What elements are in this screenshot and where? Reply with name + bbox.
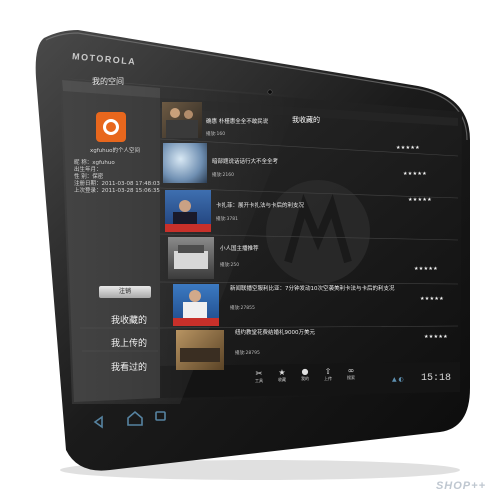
- app-logo-icon: [96, 112, 126, 142]
- video-meta: 播放:160: [206, 132, 226, 137]
- shop-watermark: SHOP++: [435, 480, 486, 492]
- video-thumbnail[interactable]: [168, 237, 214, 279]
- page-title: 我的空间: [92, 77, 124, 86]
- video-title[interactable]: 暗部题说话话行大不全全考: [212, 157, 278, 165]
- binoculars-icon: ∞: [347, 366, 355, 375]
- video-thumbnail[interactable]: [163, 143, 207, 183]
- video-meta: 播放:2160: [212, 173, 234, 178]
- section-header: 我收藏的: [292, 116, 320, 124]
- video-thumbnail[interactable]: [173, 284, 219, 326]
- rating-stars: ★★★★★: [396, 145, 420, 151]
- video-thumbnail[interactable]: [176, 330, 224, 370]
- video-meta: 播放:250: [220, 263, 240, 268]
- video-thumbnail[interactable]: [165, 190, 211, 232]
- rating-stars: ★★★★★: [403, 171, 427, 177]
- search-button[interactable]: ∞ 搜索: [344, 367, 358, 381]
- logout-button[interactable]: 注销: [99, 286, 151, 298]
- tablet-photo: MOTOROLA 我的空间 xgfuhuo的个人空间 昵 称：xgfuhuo 出…: [0, 0, 500, 500]
- status-icons: ▲ ◐: [392, 376, 404, 383]
- status-clock: 15:18: [421, 373, 452, 384]
- sync-icon: ◐: [398, 376, 404, 383]
- video-thumbnail[interactable]: [162, 102, 202, 138]
- upload-button[interactable]: ⇧ 上传: [321, 368, 335, 382]
- person-icon: ●: [301, 367, 309, 376]
- username: xgfuhuo的个人空间: [90, 148, 141, 154]
- rating-stars: ★★★★★: [424, 334, 448, 340]
- video-meta: 播放:28795: [235, 351, 260, 356]
- profile-button[interactable]: ● 我的: [298, 368, 312, 382]
- video-title[interactable]: 纽约教堂花费结婚礼9000万美元: [235, 328, 315, 336]
- video-title[interactable]: 卡扎菲：展开卡扎法与卡后的利支况: [216, 201, 304, 209]
- video-title[interactable]: 确惠 朴槿惠全全不敢民说: [206, 117, 268, 125]
- link-my-uploads[interactable]: 我上传的: [111, 336, 147, 349]
- camera-icon: [267, 89, 273, 95]
- video-meta: 播放:27855: [230, 306, 255, 311]
- notification-icon: ▲: [392, 376, 397, 383]
- upload-icon: ⇧: [324, 367, 332, 376]
- video-title[interactable]: 小人国主播推荐: [220, 244, 259, 252]
- favorite-button[interactable]: ★ 收藏: [275, 369, 289, 383]
- tools-icon: ✂: [255, 369, 263, 378]
- video-title[interactable]: 新闻联播空服利比亚：7分钟发动10次空袭美利卡法与卡后的利支况: [230, 284, 395, 292]
- tools-button[interactable]: ✂ 工具: [252, 370, 266, 384]
- rating-stars: ★★★★★: [408, 197, 432, 203]
- rating-stars: ★★★★★: [414, 266, 438, 272]
- video-meta: 播放:3781: [216, 217, 238, 222]
- link-my-favorites[interactable]: 我收藏的: [111, 313, 147, 326]
- rating-stars: ★★★★★: [420, 296, 444, 302]
- star-icon: ★: [278, 368, 286, 377]
- link-my-history[interactable]: 我看过的: [111, 360, 147, 373]
